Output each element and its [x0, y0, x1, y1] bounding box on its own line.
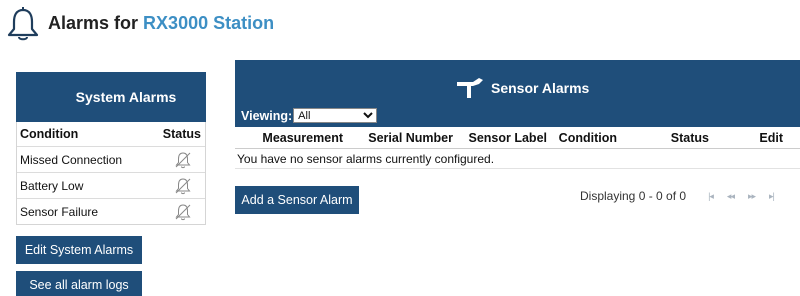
pagination-status: Displaying 0 - 0 of 0	[580, 189, 687, 203]
pagination: Displaying 0 - 0 of 0 |◂ ◂◂ ▸▸ ▸|	[580, 186, 775, 206]
add-sensor-alarm-button[interactable]: Add a Sensor Alarm	[235, 186, 359, 214]
alarm-off-icon[interactable]	[174, 203, 192, 221]
column-status[interactable]: Status	[617, 131, 709, 145]
empty-message: You have no sensor alarms currently conf…	[235, 149, 800, 169]
sensor-alarms-panel: Sensor Alarms Viewing: All Measurement S…	[235, 60, 800, 169]
edit-system-alarms-button[interactable]: Edit System Alarms	[16, 236, 142, 264]
column-edit[interactable]: Edit	[709, 131, 783, 145]
page-header: Alarms for RX3000 Station	[6, 3, 274, 43]
previous-page-icon[interactable]: ◂◂	[727, 191, 735, 202]
viewing-filter: Viewing: All	[241, 108, 378, 123]
system-alarms-table: Condition Status Missed Connection Batte…	[16, 122, 206, 225]
condition-battery-low: Battery Low	[20, 178, 84, 193]
system-alarms-column-headers: Condition Status	[17, 122, 205, 146]
see-all-alarm-logs-button[interactable]: See all alarm logs	[16, 271, 142, 296]
column-condition: Condition	[20, 127, 79, 141]
station-name: RX3000 Station	[143, 12, 275, 33]
column-status: Status	[162, 127, 201, 141]
sensor-alarms-column-headers: Measurement Serial Number Sensor Label C…	[235, 127, 800, 149]
column-sensor-label[interactable]: Sensor Label	[453, 131, 548, 145]
system-alarms-panel: System Alarms Condition Status Missed Co…	[16, 72, 206, 225]
table-row: Missed Connection	[17, 146, 205, 172]
condition-missed-connection: Missed Connection	[20, 152, 123, 167]
sensor-alarms-title-group: Sensor Alarms	[455, 76, 589, 100]
column-serial-number[interactable]: Serial Number	[343, 131, 453, 145]
viewing-label: Viewing:	[241, 108, 293, 123]
sensor-alarms-title: Sensor Alarms	[491, 80, 590, 96]
bell-icon	[7, 7, 39, 41]
system-alarms-header: System Alarms	[16, 72, 206, 122]
column-measurement[interactable]: Measurement	[235, 131, 343, 145]
last-page-icon[interactable]: ▸|	[769, 191, 775, 202]
condition-sensor-failure: Sensor Failure	[20, 204, 99, 219]
first-page-icon[interactable]: |◂	[708, 191, 714, 202]
alarm-off-icon[interactable]	[174, 151, 192, 169]
viewing-select[interactable]: All	[293, 108, 378, 123]
sensor-icon	[457, 78, 483, 98]
column-condition[interactable]: Condition	[547, 131, 617, 145]
sensor-alarms-header: Sensor Alarms Viewing: All	[235, 60, 800, 127]
page-title: Alarms for RX3000 Station	[48, 13, 274, 34]
system-alarms-title: System Alarms	[75, 89, 177, 105]
table-row: Battery Low	[17, 172, 205, 198]
title-prefix: Alarms for	[48, 12, 139, 33]
alarm-off-icon[interactable]	[174, 177, 192, 195]
next-page-icon[interactable]: ▸▸	[748, 191, 756, 202]
table-row: Sensor Failure	[17, 198, 205, 224]
